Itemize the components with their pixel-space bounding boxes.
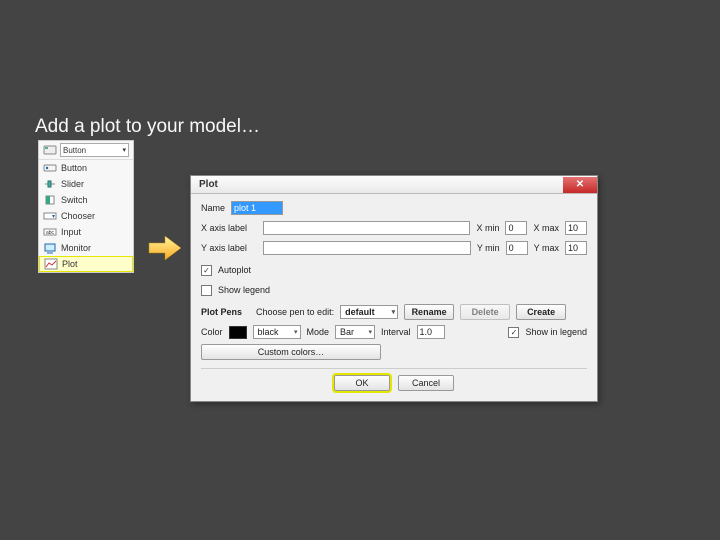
ymin-label: Y min [477,243,500,253]
autoplot-checkbox[interactable]: ✓ [201,265,212,276]
close-icon: ✕ [576,179,584,190]
dialog-titlebar: Plot ✕ [191,176,597,194]
xmin-label: X min [476,223,499,233]
choose-pen-label: Choose pen to edit: [256,307,334,317]
custom-colors-button[interactable]: Custom colors… [201,344,381,360]
create-button[interactable]: Create [516,304,566,320]
yaxis-input[interactable] [263,241,471,255]
mode-value: Bar [340,327,354,337]
toolbar-item-slider[interactable]: Slider [39,176,133,192]
pen-selected: default [345,307,375,317]
pen-showlegend-checkbox[interactable]: ✓ [508,327,519,338]
chevron-down-icon: ▾ [294,328,298,336]
showlegend-checkbox[interactable] [201,285,212,296]
toolbar-item-switch[interactable]: Switch [39,192,133,208]
button-icon [43,144,57,156]
toolbar-item-plot[interactable]: Plot [39,256,133,272]
widget-toolbar: Button ▾ Button Slider Switch Chooser ab… [38,140,134,273]
toolbar-item-chooser[interactable]: Chooser [39,208,133,224]
color-swatch[interactable] [229,326,247,339]
toolbar-item-monitor[interactable]: Monitor [39,240,133,256]
name-input[interactable]: plot 1 [231,201,283,215]
xaxis-label: X axis label [201,223,257,233]
mode-dropdown[interactable]: Bar ▾ [335,325,375,339]
toolbar-item-label: Chooser [61,211,95,221]
slide-heading: Add a plot to your model… [35,116,260,138]
close-button[interactable]: ✕ [563,177,597,193]
rename-button[interactable]: Rename [404,304,454,320]
monitor-icon [43,242,57,254]
chevron-down-icon: ▾ [122,146,126,154]
showlegend-label: Show legend [218,285,270,295]
button-icon [43,162,57,174]
color-name: black [258,327,279,337]
toolbar-item-label: Switch [61,195,88,205]
arrow-icon [148,235,182,261]
name-label: Name [201,203,225,213]
chevron-down-icon: ▾ [392,308,396,316]
toolbar-header: Button ▾ [39,141,133,160]
toolbar-type-dropdown[interactable]: Button ▾ [60,143,129,157]
toolbar-item-label: Input [61,227,81,237]
xmax-input[interactable]: 10 [565,221,587,235]
ymax-label: Y max [534,243,559,253]
cancel-button[interactable]: Cancel [398,375,454,391]
plot-icon [44,258,58,270]
ymin-input[interactable]: 0 [506,241,528,255]
svg-text:abc: abc [46,230,55,236]
ymax-input[interactable]: 10 [565,241,587,255]
toolbar-item-label: Slider [61,179,84,189]
chooser-icon [43,210,57,222]
toolbar-item-label: Button [61,163,87,173]
delete-button[interactable]: Delete [460,304,510,320]
input-icon: abc [43,226,57,238]
color-dropdown[interactable]: black ▾ [253,325,301,339]
dialog-title: Plot [199,179,218,190]
pen-showlegend-label: Show in legend [525,327,587,337]
toolbar-item-label: Plot [62,259,78,269]
ok-button[interactable]: OK [334,375,390,391]
xmax-label: X max [533,223,559,233]
yaxis-label: Y axis label [201,243,257,253]
mode-label: Mode [307,327,330,337]
plot-dialog: Plot ✕ Name plot 1 X axis label X min 0 … [190,175,598,402]
chevron-down-icon: ▾ [369,328,373,336]
slider-icon [43,178,57,190]
autoplot-label: Autoplot [218,265,251,275]
switch-icon [43,194,57,206]
color-label: Color [201,327,223,337]
dialog-footer: OK Cancel [201,368,587,399]
plotpens-heading: Plot Pens Choose pen to edit: default ▾ … [201,304,587,320]
toolbar-item-input[interactable]: abc Input [39,224,133,240]
toolbar-item-label: Monitor [61,243,91,253]
toolbar-type-label: Button [63,146,86,155]
pen-dropdown[interactable]: default ▾ [340,305,398,319]
xmin-input[interactable]: 0 [505,221,527,235]
xaxis-input[interactable] [263,221,470,235]
interval-input[interactable]: 1.0 [417,325,445,339]
interval-label: Interval [381,327,411,337]
toolbar-item-button[interactable]: Button [39,160,133,176]
